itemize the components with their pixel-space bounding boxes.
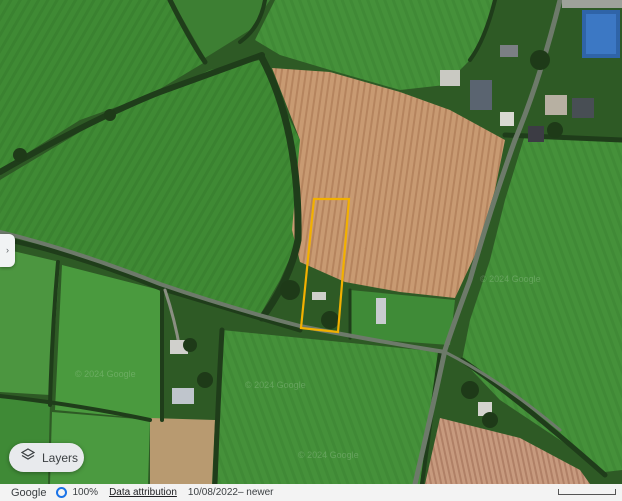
chevron-right-icon: › <box>6 245 9 255</box>
field-southwest-b <box>55 265 162 420</box>
field-small-bare <box>150 418 215 484</box>
scale-bar <box>558 489 616 495</box>
side-panel-toggle[interactable]: › <box>0 234 15 267</box>
layers-label: Layers <box>42 450 79 465</box>
data-attribution-link[interactable]: Data attribution <box>109 487 177 498</box>
map-footer: Google 100% Data attribution 10/08/2022–… <box>0 484 622 501</box>
layers-icon <box>20 448 36 467</box>
zoom-level: 100% <box>72 487 99 498</box>
imagery-date: 10/08/2022– newer <box>187 487 274 498</box>
zoom-circle-icon[interactable] <box>56 487 68 498</box>
svg-text:© 2024 Google: © 2024 Google <box>245 380 306 390</box>
satellite-imagery: © 2024 Google © 2024 Google © 2024 Googl… <box>0 0 622 484</box>
svg-text:© 2024 Google: © 2024 Google <box>298 450 359 460</box>
satellite-map[interactable]: © 2024 Google © 2024 Google © 2024 Googl… <box>0 0 622 484</box>
svg-text:© 2024 Google: © 2024 Google <box>75 369 136 379</box>
svg-text:© 2024 Google: © 2024 Google <box>480 274 541 284</box>
field-south-center <box>215 330 440 484</box>
google-logo: Google <box>11 486 47 499</box>
layers-button[interactable]: Layers <box>9 443 84 472</box>
